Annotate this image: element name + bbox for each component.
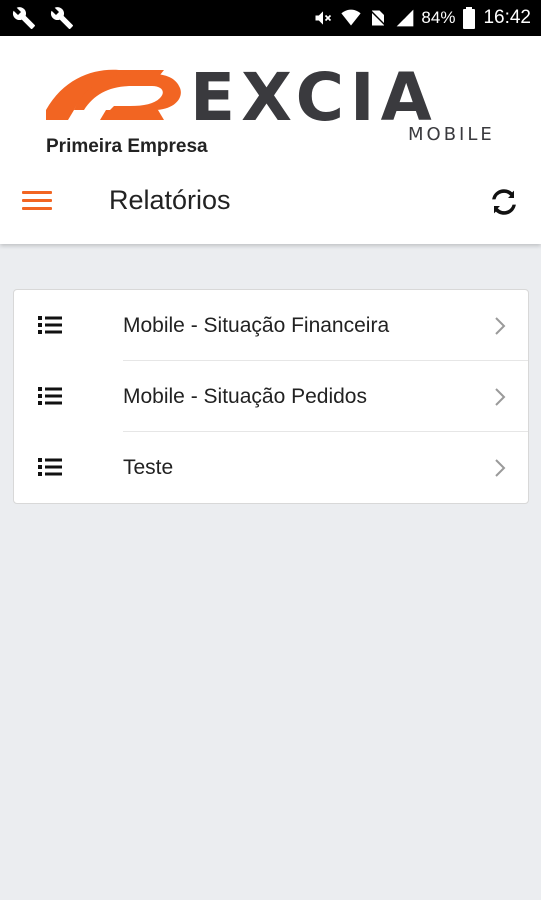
list-item-label: Mobile - Situação Financeira xyxy=(123,314,390,337)
brand-wordmark: EXCIA xyxy=(190,59,438,136)
wrench-icon xyxy=(12,7,35,29)
refresh-icon[interactable] xyxy=(488,186,520,218)
reports-list: Mobile - Situação Financeira Mobile - Si… xyxy=(13,289,529,504)
toolbar: Relatórios xyxy=(0,174,541,230)
wifi-icon xyxy=(341,9,362,26)
app-header: EXCIA MOBILE Primeira Empresa Relatórios xyxy=(0,36,541,244)
wrench-icon xyxy=(50,7,73,29)
chevron-right-icon xyxy=(495,459,506,477)
battery-icon xyxy=(463,7,476,29)
list-icon xyxy=(38,387,62,405)
chevron-right-icon xyxy=(495,388,506,406)
list-item-label: Teste xyxy=(123,456,174,479)
list-icon xyxy=(38,316,62,334)
signal-icon xyxy=(397,9,414,27)
clock: 16:42 xyxy=(483,7,531,28)
list-item[interactable]: Mobile - Situação Financeira xyxy=(14,290,528,361)
list-icon xyxy=(38,458,62,476)
page-title: Relatórios xyxy=(109,185,231,215)
no-sim-icon xyxy=(371,10,386,26)
company-name: Primeira Empresa xyxy=(46,136,208,157)
list-item[interactable]: Mobile - Situação Pedidos xyxy=(14,361,528,432)
status-bar: 84% 16:42 xyxy=(0,0,541,36)
hamburger-menu-icon[interactable] xyxy=(22,188,56,216)
chevron-right-icon xyxy=(495,317,506,335)
mute-icon xyxy=(315,11,332,25)
excia-logo: EXCIA MOBILE xyxy=(46,59,495,144)
list-item-label: Mobile - Situação Pedidos xyxy=(123,385,367,408)
list-item[interactable]: Teste xyxy=(14,432,528,503)
brand-subtitle: MOBILE xyxy=(408,124,495,144)
battery-percent: 84% xyxy=(421,8,456,27)
